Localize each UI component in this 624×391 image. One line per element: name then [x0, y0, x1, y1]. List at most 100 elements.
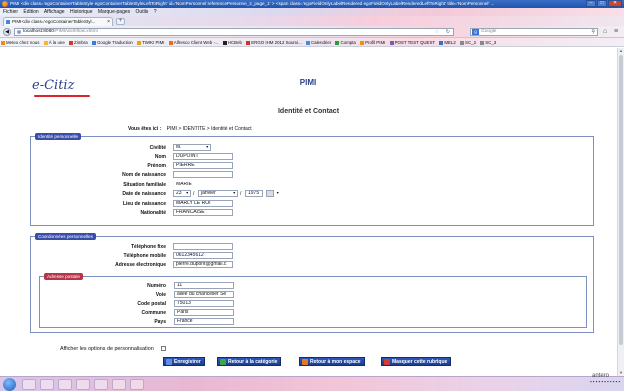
new-tab-button[interactable]: + [116, 18, 125, 25]
nom-naissance-label: Nom de naissance [122, 172, 166, 178]
menu-bar: Fichier Édition Affichage Historique Mar… [0, 8, 624, 16]
identite-legend: Identité personnelle [35, 133, 82, 140]
taskbar-app-icon[interactable] [94, 379, 108, 390]
start-button[interactable] [3, 378, 16, 391]
site-identity-icon[interactable] [17, 30, 21, 34]
bookmark-icon [305, 40, 310, 45]
minimize-icon[interactable]: – [586, 0, 596, 7]
nom-field[interactable]: DUPOINT [173, 153, 233, 160]
commune-field[interactable]: Paris [174, 309, 234, 316]
bookmark-icon [43, 40, 48, 45]
navigation-bar: ◀ localhost:8080/PIMI/workflow.xhtml ☆ ↻… [0, 26, 624, 38]
enregistrer-button[interactable]: Enregistrer [163, 357, 205, 366]
home-icon[interactable]: ⌂ [603, 28, 607, 35]
tel-mobile-field[interactable]: 0612345612 [173, 252, 233, 259]
tel-fixe-row: Téléphone fixe [31, 243, 166, 251]
bookmark-icon [168, 40, 173, 45]
bookmark-icon [460, 40, 465, 45]
code-postal-field[interactable]: 75013 [174, 300, 234, 307]
bookmark-icon [1, 40, 5, 45]
bookmark-item[interactable]: SC_2 [460, 38, 476, 46]
masquer-rubrique-button[interactable]: Masquer cette rubrique [381, 357, 452, 366]
bookmark-item[interactable]: HCBeb [222, 38, 242, 46]
search-icon[interactable]: ⚲ [591, 29, 595, 35]
chevron-down-icon[interactable]: ▼ [276, 191, 279, 195]
bookmark-item[interactable]: Google Traduction [91, 38, 133, 46]
vertical-scrollbar[interactable]: ▲ ▼ [617, 48, 624, 376]
bookmark-item[interactable]: Calendrier [305, 38, 331, 46]
taskbar-app-icon[interactable] [130, 379, 144, 390]
bookmark-item[interactable]: MEL2 [439, 38, 456, 46]
menu-marque-pages[interactable]: Marque-pages [98, 9, 130, 15]
tab-close-icon[interactable]: × [107, 18, 110, 26]
lieu-naissance-field[interactable]: MARLY LE ROI [173, 200, 233, 207]
calendar-icon[interactable] [266, 190, 274, 197]
bookmark-item[interactable]: Compta [335, 38, 356, 46]
numero-label: Numéro [147, 283, 166, 289]
bookmark-item[interactable]: Zimbra [69, 38, 88, 46]
bookmark-item[interactable]: TWIKI PIMI [137, 38, 165, 46]
menu-outils[interactable]: Outils [136, 9, 149, 15]
date-year-field[interactable]: 1975 [245, 190, 263, 197]
retour-espace-button[interactable]: Retour à mon espace [299, 357, 365, 366]
bookmark-item[interactable]: SC_3 [480, 38, 496, 46]
chevron-down-icon: ▼ [205, 145, 209, 149]
voie-field[interactable]: allée du chancelier Sé [174, 291, 234, 298]
date-month-select[interactable]: janvier ▼ [198, 190, 238, 197]
scroll-up-icon[interactable]: ▲ [618, 48, 624, 54]
window-controls: – □ ✕ [586, 0, 622, 7]
tel-fixe-field[interactable] [173, 243, 233, 250]
menu-historique[interactable]: Historique [70, 9, 93, 15]
nom-naissance-field[interactable] [173, 171, 233, 178]
app-title: PIMI [299, 78, 317, 87]
back-icon[interactable]: ◀ [3, 28, 11, 36]
browser-tab-active[interactable]: PIMI<div class='egoContainerTableStyl...… [3, 17, 113, 26]
prenom-field[interactable]: PIERRE [173, 162, 233, 169]
system-tray[interactable]: ▪ ▪ ▪ ▪ ▪ ▪ ▪ ▪ ▪ ▪ ▪ [590, 379, 620, 384]
retour-categorie-button[interactable]: Retour à la catégorie [217, 357, 282, 366]
personnalisation-checkbox[interactable] [161, 346, 167, 351]
civilite-select[interactable]: M. ▼ [173, 144, 211, 151]
scroll-thumb[interactable] [619, 55, 623, 345]
google-icon[interactable]: g [472, 29, 479, 35]
lieu-naissance-row: Lieu de naissance [31, 200, 166, 208]
date-separator: / [193, 191, 195, 197]
nationalite-field[interactable]: FRANCAISE [173, 209, 233, 216]
email-field[interactable]: pierre.dupont@gmail.c [173, 261, 233, 268]
url-bar[interactable]: localhost:8080/PIMI/workflow.xhtml ☆ ↻ [14, 28, 454, 36]
bookmark-item[interactable]: ERGO IHM 2012 Soumi... [246, 38, 302, 46]
bookmark-item[interactable]: POST TEST QUEST [389, 38, 435, 46]
bookmark-icon [69, 40, 74, 45]
breadcrumb-path[interactable]: PIMI > IDENTITE > Identité et Contact [167, 126, 252, 132]
bookmark-item[interactable]: Meteo chez nous [1, 38, 39, 46]
bookmark-item[interactable]: À la une [43, 38, 65, 46]
pays-field[interactable]: France [174, 318, 234, 325]
taskbar-app-icon[interactable] [22, 379, 36, 390]
bookmark-star-icon[interactable]: ☆ [435, 29, 439, 35]
voie-row: Voie [40, 291, 166, 299]
search-input[interactable]: g Google ⚲ [470, 28, 598, 36]
taskbar-app-icon[interactable] [40, 379, 54, 390]
menu-icon[interactable]: ≡ [614, 28, 618, 35]
menu-affichage[interactable]: Affichage [44, 9, 65, 15]
menu-help[interactable]: ? [154, 9, 157, 15]
chevron-down-icon: ▼ [232, 191, 236, 195]
numero-field[interactable]: 11 [174, 282, 234, 289]
bookmark-icon [360, 40, 365, 45]
menu-fichier[interactable]: Fichier [3, 9, 18, 15]
date-day-select[interactable]: 23 ▼ [173, 190, 191, 197]
taskbar-app-icon[interactable] [112, 379, 126, 390]
menu-edition[interactable]: Édition [23, 9, 38, 15]
site-header: e-Citiz PIMI [22, 66, 594, 111]
taskbar-app-icon[interactable] [76, 379, 90, 390]
commune-label: Commune [141, 310, 166, 316]
bookmark-item[interactable]: Profil PIMI [360, 38, 385, 46]
reload-icon[interactable]: ↻ [446, 29, 450, 35]
bookmark-icon [439, 40, 444, 45]
taskbar-app-icon[interactable] [58, 379, 72, 390]
situation-label: Situation familiale [123, 182, 166, 188]
maximize-icon[interactable]: □ [597, 0, 607, 7]
bookmark-item[interactable]: Alfresco Client Web -... [168, 38, 219, 46]
close-icon[interactable]: ✕ [608, 0, 622, 7]
nationalite-label: Nationalité [140, 210, 166, 216]
